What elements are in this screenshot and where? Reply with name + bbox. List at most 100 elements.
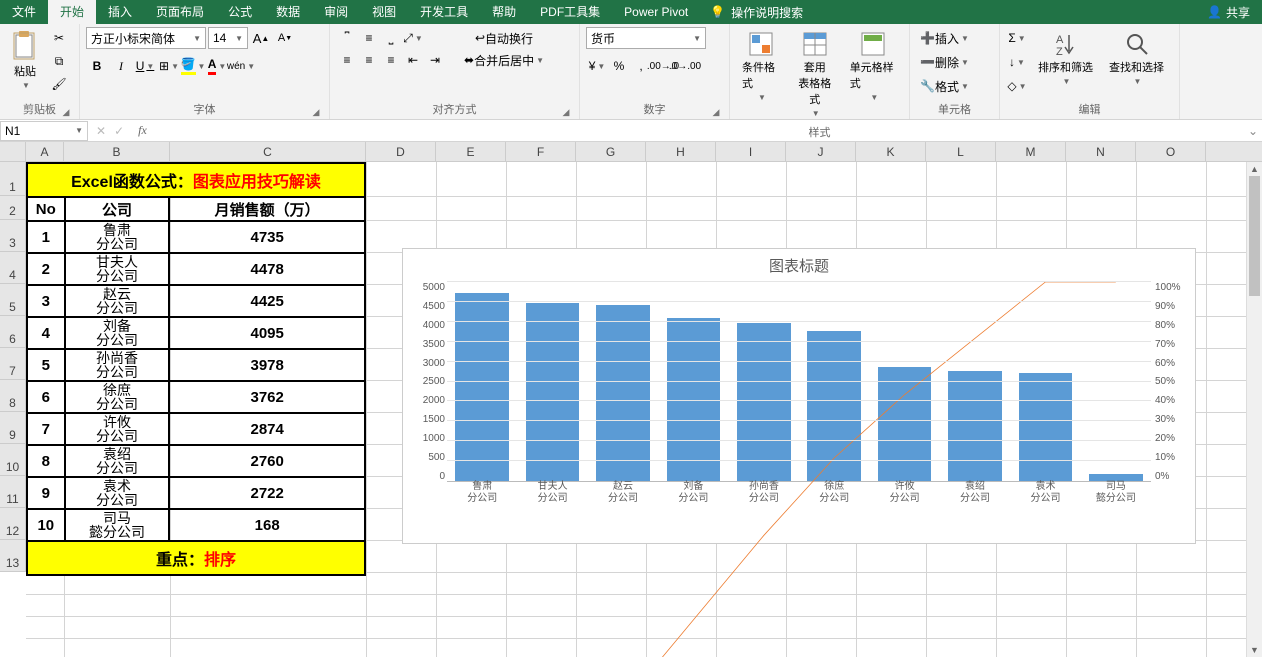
col-header-B[interactable]: B: [64, 142, 170, 161]
format-table-button[interactable]: 套用 表格格式▼: [790, 27, 840, 122]
format-cells-button[interactable]: 🔧 格式▼: [916, 75, 973, 97]
number-format-combo[interactable]: 货币▼: [586, 27, 706, 49]
fx-icon[interactable]: fx: [132, 123, 153, 138]
fill-color-button[interactable]: 🪣▼: [182, 55, 204, 77]
align-left-button[interactable]: ≡: [336, 49, 358, 71]
insert-cells-button[interactable]: ➕ 插入▼: [916, 27, 973, 49]
orientation-button[interactable]: ⤢▼: [402, 27, 424, 49]
align-bottom-button[interactable]: ⎵: [380, 27, 402, 49]
row-header-7[interactable]: 7: [0, 348, 25, 380]
table-cell[interactable]: 4425: [170, 286, 364, 316]
table-cell[interactable]: 10: [28, 510, 66, 540]
font-color-button[interactable]: A▼: [206, 55, 228, 77]
accounting-button[interactable]: ¥▼: [586, 55, 608, 77]
tab-开发工具[interactable]: 开发工具: [408, 0, 480, 24]
table-cell[interactable]: 徐庶 分公司: [66, 382, 171, 412]
row-header-8[interactable]: 8: [0, 380, 25, 412]
row-header-9[interactable]: 9: [0, 412, 25, 444]
dialog-launcher-icon[interactable]: ◢: [61, 107, 71, 117]
autosum-button[interactable]: Σ▼: [1006, 27, 1028, 49]
tab-数据[interactable]: 数据: [264, 0, 312, 24]
vertical-scrollbar[interactable]: ▲ ▼: [1246, 162, 1262, 657]
row-header-6[interactable]: 6: [0, 316, 25, 348]
table-cell[interactable]: 司马 懿分公司: [66, 510, 171, 540]
row-header-12[interactable]: 12: [0, 508, 25, 540]
decrease-font-button[interactable]: A▼: [274, 27, 296, 49]
col-header-O[interactable]: O: [1136, 142, 1206, 161]
tab-PDF工具集[interactable]: PDF工具集: [528, 0, 612, 24]
col-header-M[interactable]: M: [996, 142, 1066, 161]
tab-Power Pivot[interactable]: Power Pivot: [612, 0, 700, 24]
col-header-F[interactable]: F: [506, 142, 576, 161]
sort-filter-button[interactable]: AZ排序和筛选▼: [1032, 27, 1099, 90]
font-name-combo[interactable]: 方正小标宋简体▼: [86, 27, 206, 49]
table-cell[interactable]: 9: [28, 478, 66, 508]
conditional-format-button[interactable]: 条件格式▼: [736, 27, 786, 106]
scroll-up-icon[interactable]: ▲: [1247, 162, 1262, 176]
table-cell[interactable]: 3: [28, 286, 66, 316]
scrollbar-thumb[interactable]: [1249, 176, 1260, 296]
row-header-11[interactable]: 11: [0, 476, 25, 508]
cell-styles-button[interactable]: 单元格样式▼: [844, 27, 903, 106]
table-cell[interactable]: 袁绍 分公司: [66, 446, 171, 476]
copy-button[interactable]: ⧉: [48, 50, 70, 72]
row-header-10[interactable]: 10: [0, 444, 25, 476]
table-cell[interactable]: 8: [28, 446, 66, 476]
row-header-1[interactable]: 1: [0, 162, 25, 196]
col-header-C[interactable]: C: [170, 142, 366, 161]
clear-button[interactable]: ◇▼: [1006, 75, 1028, 97]
wrap-text-button[interactable]: ↩ 自动换行: [458, 27, 550, 49]
border-button[interactable]: ⊞▼: [158, 55, 180, 77]
table-cell[interactable]: 3978: [170, 350, 364, 380]
table-cell[interactable]: 鲁肃 分公司: [66, 222, 171, 252]
col-header-E[interactable]: E: [436, 142, 506, 161]
align-middle-button[interactable]: ≡: [358, 27, 380, 49]
tab-开始[interactable]: 开始: [48, 0, 96, 24]
tab-帮助[interactable]: 帮助: [480, 0, 528, 24]
col-header-H[interactable]: H: [646, 142, 716, 161]
col-header-J[interactable]: J: [786, 142, 856, 161]
increase-indent-button[interactable]: ⇥: [424, 49, 446, 71]
table-cell[interactable]: 6: [28, 382, 66, 412]
table-cell[interactable]: 许攸 分公司: [66, 414, 171, 444]
bold-button[interactable]: B: [86, 55, 108, 77]
cancel-formula-icon[interactable]: ✕: [96, 124, 106, 138]
scroll-down-icon[interactable]: ▼: [1247, 643, 1262, 657]
align-center-button[interactable]: ≡: [358, 49, 380, 71]
row-header-2[interactable]: 2: [0, 196, 25, 220]
dialog-launcher-icon[interactable]: ◢: [311, 107, 321, 117]
table-cell[interactable]: 4478: [170, 254, 364, 284]
tab-页面布局[interactable]: 页面布局: [144, 0, 216, 24]
table-cell[interactable]: 2760: [170, 446, 364, 476]
cut-button[interactable]: ✂: [48, 27, 70, 49]
align-right-button[interactable]: ≡: [380, 49, 402, 71]
percent-button[interactable]: %: [608, 55, 630, 77]
col-header-L[interactable]: L: [926, 142, 996, 161]
format-painter-button[interactable]: 🖌: [48, 73, 70, 95]
table-cell[interactable]: 孙尚香 分公司: [66, 350, 171, 380]
delete-cells-button[interactable]: ➖ 删除▼: [916, 51, 973, 73]
decrease-decimal-button[interactable]: .0→.00: [674, 55, 696, 77]
row-header-5[interactable]: 5: [0, 284, 25, 316]
col-header-K[interactable]: K: [856, 142, 926, 161]
table-cell[interactable]: 袁术 分公司: [66, 478, 171, 508]
table-cell[interactable]: 168: [170, 510, 364, 540]
table-cell[interactable]: 4735: [170, 222, 364, 252]
col-header-N[interactable]: N: [1066, 142, 1136, 161]
embedded-chart[interactable]: 图表标题 50004500400035003000250020001500100…: [402, 248, 1196, 544]
phonetic-button[interactable]: wén▼: [230, 55, 252, 77]
table-cell[interactable]: 3762: [170, 382, 364, 412]
col-header-A[interactable]: A: [26, 142, 64, 161]
tab-插入[interactable]: 插入: [96, 0, 144, 24]
tab-审阅[interactable]: 审阅: [312, 0, 360, 24]
tell-me[interactable]: 💡 操作说明搜索: [700, 4, 813, 21]
table-cell[interactable]: 赵云 分公司: [66, 286, 171, 316]
merge-center-button[interactable]: ⬌ 合并后居中▼: [458, 49, 550, 71]
table-cell[interactable]: 刘备 分公司: [66, 318, 171, 348]
row-header-13[interactable]: 13: [0, 540, 25, 572]
align-top-button[interactable]: ⎴: [336, 27, 358, 49]
expand-formula-icon[interactable]: ⌄: [1244, 124, 1262, 138]
enter-formula-icon[interactable]: ✓: [114, 124, 124, 138]
name-box[interactable]: N1▼: [0, 121, 88, 141]
col-header-I[interactable]: I: [716, 142, 786, 161]
